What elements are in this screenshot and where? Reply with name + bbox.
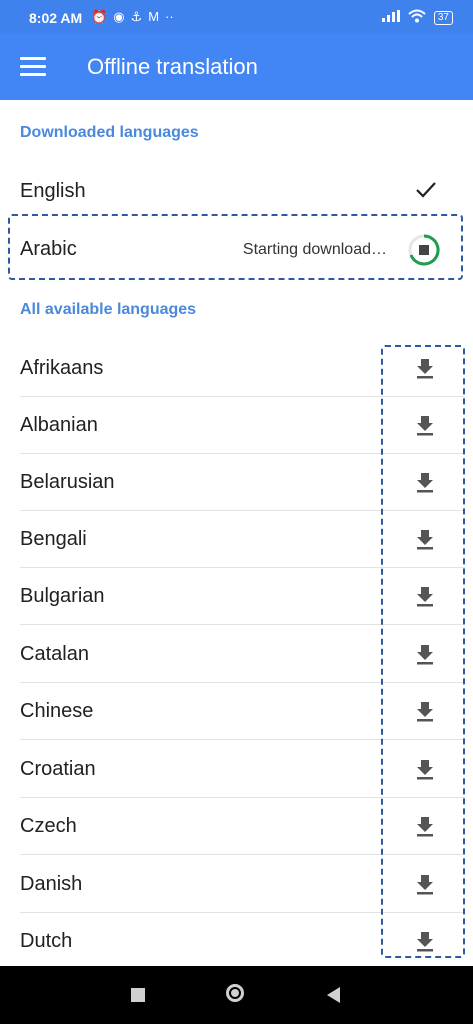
battery-indicator: 37 — [433, 10, 453, 25]
hotspot-icon: ◉ — [113, 9, 125, 24]
usb-icon: ⚓ — [130, 9, 143, 24]
language-row-english[interactable]: English — [0, 163, 473, 220]
signal-icon — [381, 10, 400, 25]
available-languages-header: All available languages — [20, 301, 197, 318]
highlight-box-arabic — [8, 214, 463, 280]
hamburger-menu-icon[interactable] — [20, 57, 46, 79]
language-label: Dutch — [20, 930, 73, 952]
language-label: Afrikaans — [20, 357, 104, 379]
more-dots-icon: ·· — [165, 9, 174, 24]
home-button[interactable] — [226, 984, 244, 1002]
language-label: Chinese — [20, 700, 94, 722]
language-label: Belarusian — [20, 471, 115, 493]
back-button[interactable] — [327, 987, 340, 1003]
page-title: Offline translation — [87, 54, 258, 79]
language-label: English — [20, 180, 86, 202]
language-label: Catalan — [20, 643, 89, 665]
language-label: Danish — [20, 873, 83, 895]
status-system-icons: 37 — [381, 9, 453, 26]
language-label: Albanian — [20, 414, 98, 436]
status-notification-icons: ⏰ ◉ ⚓ M ·· — [91, 10, 174, 24]
language-label: Czech — [20, 815, 77, 837]
gmail-icon: M — [148, 9, 160, 24]
status-time: 8:02 AM — [29, 10, 83, 26]
check-icon — [414, 177, 438, 201]
app-bar: Offline translation — [0, 34, 473, 100]
language-label: Bengali — [20, 528, 87, 550]
wifi-icon — [408, 9, 426, 26]
status-bar: 8:02 AM ⏰ ◉ ⚓ M ·· 37 — [0, 0, 473, 34]
language-label: Croatian — [20, 758, 96, 780]
highlight-box-download-column — [381, 345, 465, 958]
downloaded-languages-header: Downloaded languages — [20, 124, 199, 141]
recents-button[interactable] — [131, 988, 145, 1002]
system-nav-bar — [0, 966, 473, 1024]
language-label: Bulgarian — [20, 585, 105, 607]
alarm-icon: ⏰ — [91, 9, 108, 24]
